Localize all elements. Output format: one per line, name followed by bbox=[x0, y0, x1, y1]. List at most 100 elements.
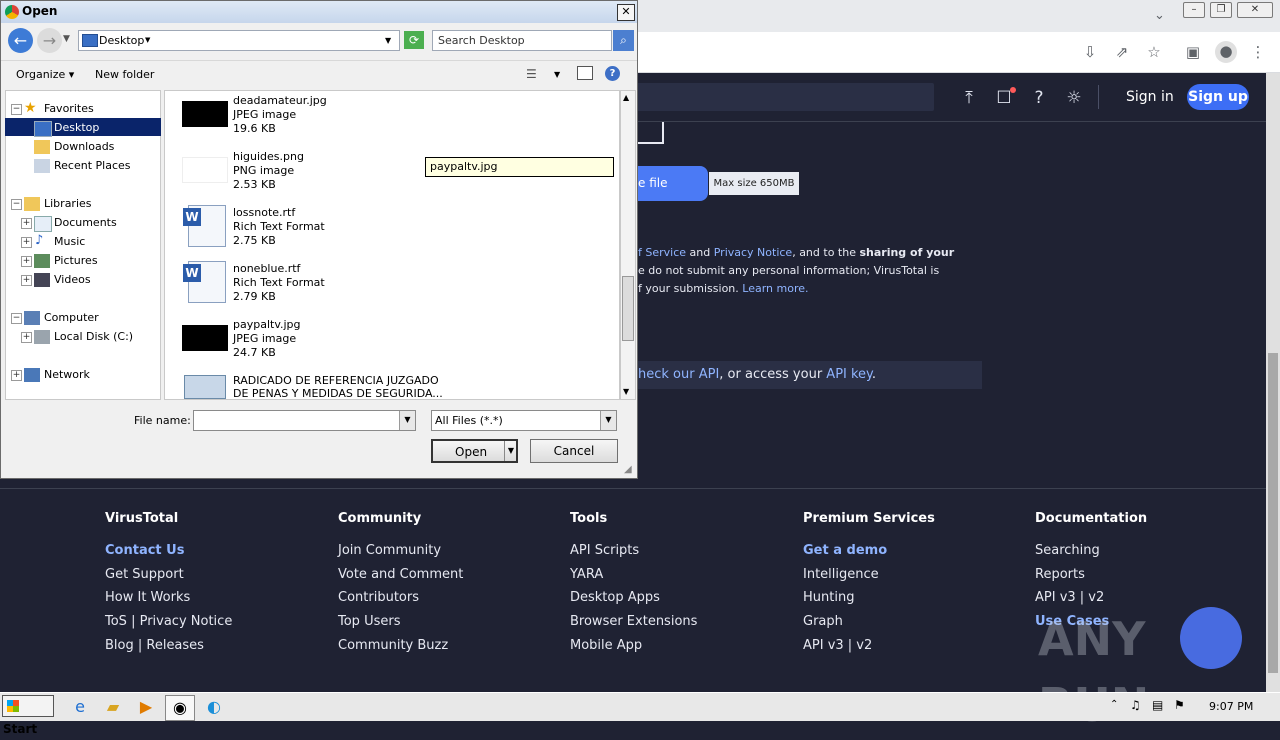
open-dropdown-icon[interactable]: ▼ bbox=[504, 441, 517, 461]
sign-in-link[interactable]: Sign in bbox=[1126, 89, 1174, 105]
nav-network[interactable]: Network bbox=[44, 368, 90, 381]
api-link[interactable]: heck our API bbox=[638, 367, 719, 382]
file-name[interactable]: noneblue.rtf bbox=[233, 262, 300, 275]
footer-link[interactable]: API v3 | v2 bbox=[803, 638, 872, 653]
nav-favorites[interactable]: Favorites bbox=[44, 102, 94, 115]
file-list-scrollbar[interactable]: ▲ ▼ bbox=[620, 90, 636, 400]
footer-link[interactable]: API v3 | v2 bbox=[1035, 590, 1104, 605]
star-icon[interactable]: ☆ bbox=[1144, 42, 1164, 62]
new-folder-button[interactable]: New folder bbox=[95, 68, 154, 81]
nav-videos[interactable]: Videos bbox=[54, 273, 91, 286]
tray-flag-icon[interactable]: ⚑ bbox=[1174, 698, 1185, 712]
browser-close-button[interactable]: ✕ bbox=[1237, 2, 1273, 18]
resize-grip-icon[interactable]: ◢ bbox=[624, 464, 632, 475]
sidebar-icon[interactable]: ▣ bbox=[1183, 42, 1203, 62]
history-dropdown-icon[interactable]: ▼ bbox=[63, 34, 70, 44]
footer-link[interactable]: How It Works bbox=[105, 590, 190, 605]
ie-icon[interactable]: e bbox=[66, 695, 94, 719]
footer-link[interactable]: Get Support bbox=[105, 567, 184, 582]
file-name-dropdown-icon[interactable]: ▼ bbox=[399, 411, 415, 430]
search-desktop-input[interactable]: Search Desktop bbox=[432, 30, 612, 51]
nav-documents[interactable]: Documents bbox=[54, 216, 117, 229]
choose-file-button[interactable]: e file bbox=[638, 166, 708, 201]
vt-search-input[interactable] bbox=[620, 83, 934, 111]
organize-button[interactable]: Organize ▾ bbox=[16, 68, 74, 81]
filter-dropdown-icon[interactable]: ▼ bbox=[600, 411, 616, 430]
browser-restore-button[interactable]: ❐ bbox=[1210, 2, 1232, 18]
file-thumbnail-image[interactable] bbox=[182, 101, 228, 127]
videos-expander[interactable]: + bbox=[21, 275, 32, 286]
tray-volume-icon[interactable]: ♫ bbox=[1130, 698, 1141, 712]
nav-pictures[interactable]: Pictures bbox=[54, 254, 98, 267]
nav-recent-places[interactable]: Recent Places bbox=[54, 159, 131, 172]
nav-desktop[interactable]: Desktop bbox=[54, 121, 99, 134]
cancel-button[interactable]: Cancel bbox=[530, 439, 618, 463]
document-thumbnail-image[interactable] bbox=[184, 375, 226, 399]
scroll-thumb[interactable] bbox=[622, 276, 634, 341]
start-button[interactable]: Start bbox=[2, 695, 54, 736]
footer-link[interactable]: API Scripts bbox=[570, 543, 639, 558]
footer-link[interactable]: Contact Us bbox=[105, 543, 184, 558]
computer-expander[interactable]: − bbox=[11, 313, 22, 324]
footer-link[interactable]: Get a demo bbox=[803, 543, 887, 558]
preview-pane-icon[interactable] bbox=[577, 66, 593, 80]
footer-link[interactable]: Browser Extensions bbox=[570, 614, 697, 629]
terms-of-service-link[interactable]: f Service bbox=[638, 246, 686, 259]
nav-libraries[interactable]: Libraries bbox=[44, 197, 92, 210]
api-key-link[interactable]: API key bbox=[826, 367, 872, 382]
taskbar-clock[interactable]: 9:07 PM bbox=[1209, 700, 1253, 713]
file-type-filter-select[interactable]: All Files (*.*) ▼ bbox=[431, 410, 617, 431]
footer-link[interactable]: Reports bbox=[1035, 567, 1085, 582]
page-scrollbar[interactable] bbox=[1266, 73, 1280, 692]
learn-more-link[interactable]: Learn more. bbox=[742, 282, 808, 295]
help-icon[interactable]: ? bbox=[1028, 87, 1050, 109]
nav-downloads[interactable]: Downloads bbox=[54, 140, 114, 153]
chrome-taskbar-icon[interactable]: ◉ bbox=[165, 695, 195, 721]
search-icon[interactable]: ⌕ bbox=[613, 30, 634, 51]
file-name[interactable]: paypaltv.jpg bbox=[233, 318, 301, 331]
menu-icon[interactable]: ⋮ bbox=[1248, 42, 1268, 62]
footer-link[interactable]: Contributors bbox=[338, 590, 419, 605]
breadcrumb-arrow-icon[interactable]: ▼ bbox=[145, 36, 150, 44]
browser-minimize-button[interactable]: – bbox=[1183, 2, 1205, 18]
footer-link[interactable]: Blog | Releases bbox=[105, 638, 204, 653]
file-name[interactable]: RADICADO DE REFERENCIA JUZGADO bbox=[233, 374, 439, 387]
network-expander[interactable]: + bbox=[11, 370, 22, 381]
address-bar[interactable]: Desktop ▼ ▼ bbox=[78, 30, 400, 51]
scroll-down-icon[interactable]: ▼ bbox=[623, 387, 629, 396]
share-icon[interactable]: ⇗ bbox=[1112, 42, 1132, 62]
documents-expander[interactable]: + bbox=[21, 218, 32, 229]
profile-icon[interactable]: ● bbox=[1215, 41, 1237, 63]
tab-dropdown-icon[interactable]: ⌄ bbox=[1154, 8, 1165, 23]
favorites-expander[interactable]: − bbox=[11, 104, 22, 115]
tray-expand-icon[interactable]: ⌃ bbox=[1110, 699, 1118, 710]
rtf-document-icon[interactable]: W bbox=[183, 261, 226, 303]
file-thumbnail-image[interactable] bbox=[182, 157, 228, 183]
file-name-input[interactable]: ▼ bbox=[193, 410, 416, 431]
nav-computer[interactable]: Computer bbox=[44, 311, 99, 324]
back-icon[interactable]: ← bbox=[8, 28, 33, 53]
page-scrollbar-thumb[interactable] bbox=[1268, 353, 1278, 673]
libraries-expander[interactable]: − bbox=[11, 199, 22, 210]
view-options-icon[interactable]: ☰ bbox=[526, 67, 537, 81]
music-expander[interactable]: + bbox=[21, 237, 32, 248]
footer-link[interactable]: Community Buzz bbox=[338, 638, 448, 653]
footer-link[interactable]: Hunting bbox=[803, 590, 854, 605]
footer-link[interactable]: YARA bbox=[570, 567, 603, 582]
forward-icon[interactable]: → bbox=[37, 28, 62, 53]
view-dropdown-icon[interactable]: ▼ bbox=[554, 70, 560, 79]
file-name[interactable]: deadamateur.jpg bbox=[233, 94, 327, 107]
footer-link[interactable]: Join Community bbox=[338, 543, 441, 558]
edge-icon[interactable]: ◐ bbox=[200, 695, 228, 719]
download-icon[interactable]: ⇩ bbox=[1080, 42, 1100, 62]
footer-link[interactable]: Intelligence bbox=[803, 567, 879, 582]
file-name[interactable]: lossnote.rtf bbox=[233, 206, 295, 219]
media-player-icon[interactable]: ▶ bbox=[132, 695, 160, 719]
footer-link[interactable]: Desktop Apps bbox=[570, 590, 660, 605]
dialog-close-button[interactable]: ✕ bbox=[617, 4, 635, 21]
sign-up-button[interactable]: Sign up bbox=[1187, 84, 1249, 110]
upload-icon[interactable]: ⤒ bbox=[958, 87, 980, 109]
footer-link[interactable]: Searching bbox=[1035, 543, 1100, 558]
footer-link[interactable]: Top Users bbox=[338, 614, 400, 629]
open-button[interactable]: Open ▼ bbox=[431, 439, 518, 463]
